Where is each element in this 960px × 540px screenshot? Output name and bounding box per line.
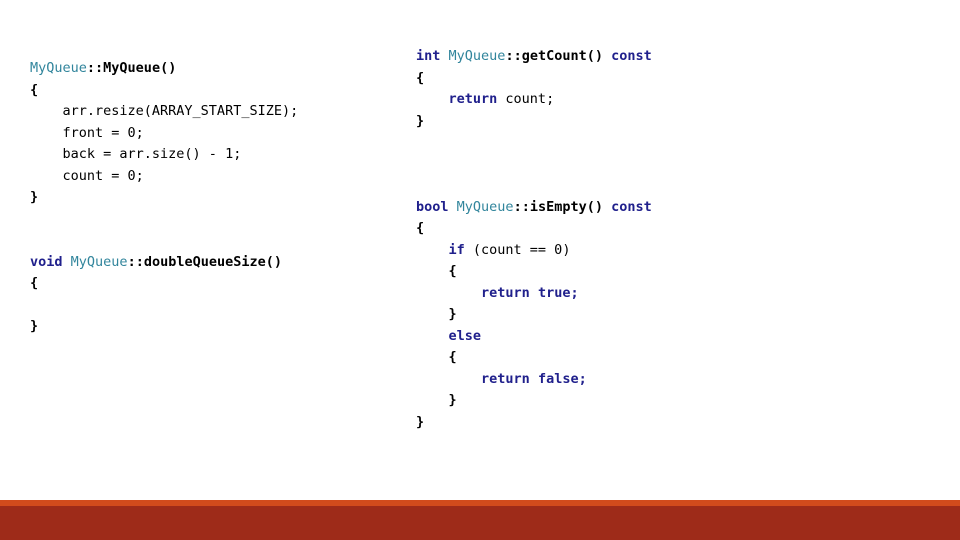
- code-token-kw: true;: [537, 284, 579, 301]
- code-token-kw: const: [611, 198, 652, 215]
- code-token-kw: bool: [416, 198, 449, 215]
- code-line: arr.resize(ARRAY_START_SIZE);: [30, 101, 299, 123]
- code-line: }: [416, 412, 652, 434]
- code-line: MyQueue::MyQueue(): [30, 58, 298, 80]
- code-token-plain: count = 0;: [30, 167, 144, 184]
- code-line: {: [416, 261, 652, 283]
- code-line: {: [30, 273, 298, 295]
- code-line: {: [416, 68, 652, 90]
- code-line: void MyQueue::doubleQueueSize(): [30, 252, 298, 274]
- code-token-kw: void: [30, 253, 63, 270]
- code-line: return false;: [416, 369, 652, 391]
- code-token-fn: doubleQueueSize(): [143, 253, 282, 270]
- code-token-punct: {: [448, 349, 457, 365]
- code-line: back = arr.size() - 1;: [30, 144, 298, 166]
- code-token-class: MyQueue: [448, 48, 506, 64]
- code-line: count = 0;: [30, 166, 298, 188]
- code-token-kw: return: [481, 370, 530, 387]
- code-token-plain: count;: [497, 91, 555, 107]
- slide-canvas: MyQueue::MyQueue(){ arr.resize(ARRAY_STA…: [0, 0, 960, 540]
- code-token-punct: {: [448, 263, 457, 279]
- code-token-punct: }: [30, 318, 39, 334]
- code-token-punct: ::: [127, 253, 144, 270]
- code-line: return true;: [416, 283, 652, 305]
- code-token-punct: ::: [513, 198, 530, 215]
- code-token-punct: ::: [505, 48, 522, 64]
- code-line: }: [416, 304, 652, 326]
- code-line: }: [416, 111, 652, 133]
- code-line: }: [30, 316, 298, 338]
- code-line: if (count == 0): [416, 240, 652, 262]
- code-token-punct: ::: [86, 60, 104, 76]
- code-token-punct: }: [448, 306, 457, 322]
- code-token-fn: MyQueue(): [103, 60, 177, 76]
- footer-band: [0, 506, 960, 540]
- code-token-punct: }: [448, 392, 457, 408]
- code-line: bool MyQueue::isEmpty() const: [416, 197, 652, 219]
- code-token-fn: getCount(): [521, 48, 603, 64]
- code-token-kw: const: [611, 48, 652, 64]
- code-token-kw: false;: [537, 370, 587, 387]
- code-token-plain: back = arr.size() - 1;: [30, 146, 242, 162]
- code-line: }: [30, 187, 298, 209]
- code-token-class: MyQueue: [456, 198, 514, 215]
- code-token-kw: return: [448, 91, 498, 107]
- code-token-punct: }: [416, 413, 425, 430]
- code-block-accessors: int MyQueue::getCount() const{ return co…: [416, 46, 652, 433]
- code-token-plain: (count == 0): [464, 241, 571, 258]
- code-token-punct: {: [30, 275, 39, 291]
- code-line: return count;: [416, 89, 652, 111]
- code-token-punct: {: [416, 220, 425, 236]
- code-token-kw: else: [448, 327, 482, 344]
- code-token-kw: if: [448, 241, 465, 258]
- code-token-punct: {: [30, 81, 39, 98]
- code-token-kw: int: [416, 48, 441, 64]
- code-line: else: [416, 326, 652, 348]
- code-token-class: MyQueue: [70, 253, 128, 270]
- code-line: front = 0;: [30, 123, 298, 145]
- code-line: {: [416, 347, 652, 369]
- code-token-plain: front = 0;: [30, 124, 144, 141]
- code-token-class: MyQueue: [30, 60, 87, 76]
- code-token-punct: }: [416, 112, 425, 129]
- code-token-punct: }: [30, 189, 39, 205]
- code-token-punct: {: [416, 69, 425, 86]
- code-line: {: [30, 80, 298, 102]
- code-line: }: [416, 390, 652, 412]
- code-token-fn: isEmpty(): [529, 198, 603, 215]
- code-line: int MyQueue::getCount() const: [416, 46, 652, 68]
- code-token-plain: arr.resize(ARRAY_START_SIZE);: [30, 103, 299, 119]
- code-block-constructor: MyQueue::MyQueue(){ arr.resize(ARRAY_STA…: [30, 58, 298, 338]
- code-token-kw: return: [481, 284, 530, 301]
- code-line: {: [416, 218, 652, 240]
